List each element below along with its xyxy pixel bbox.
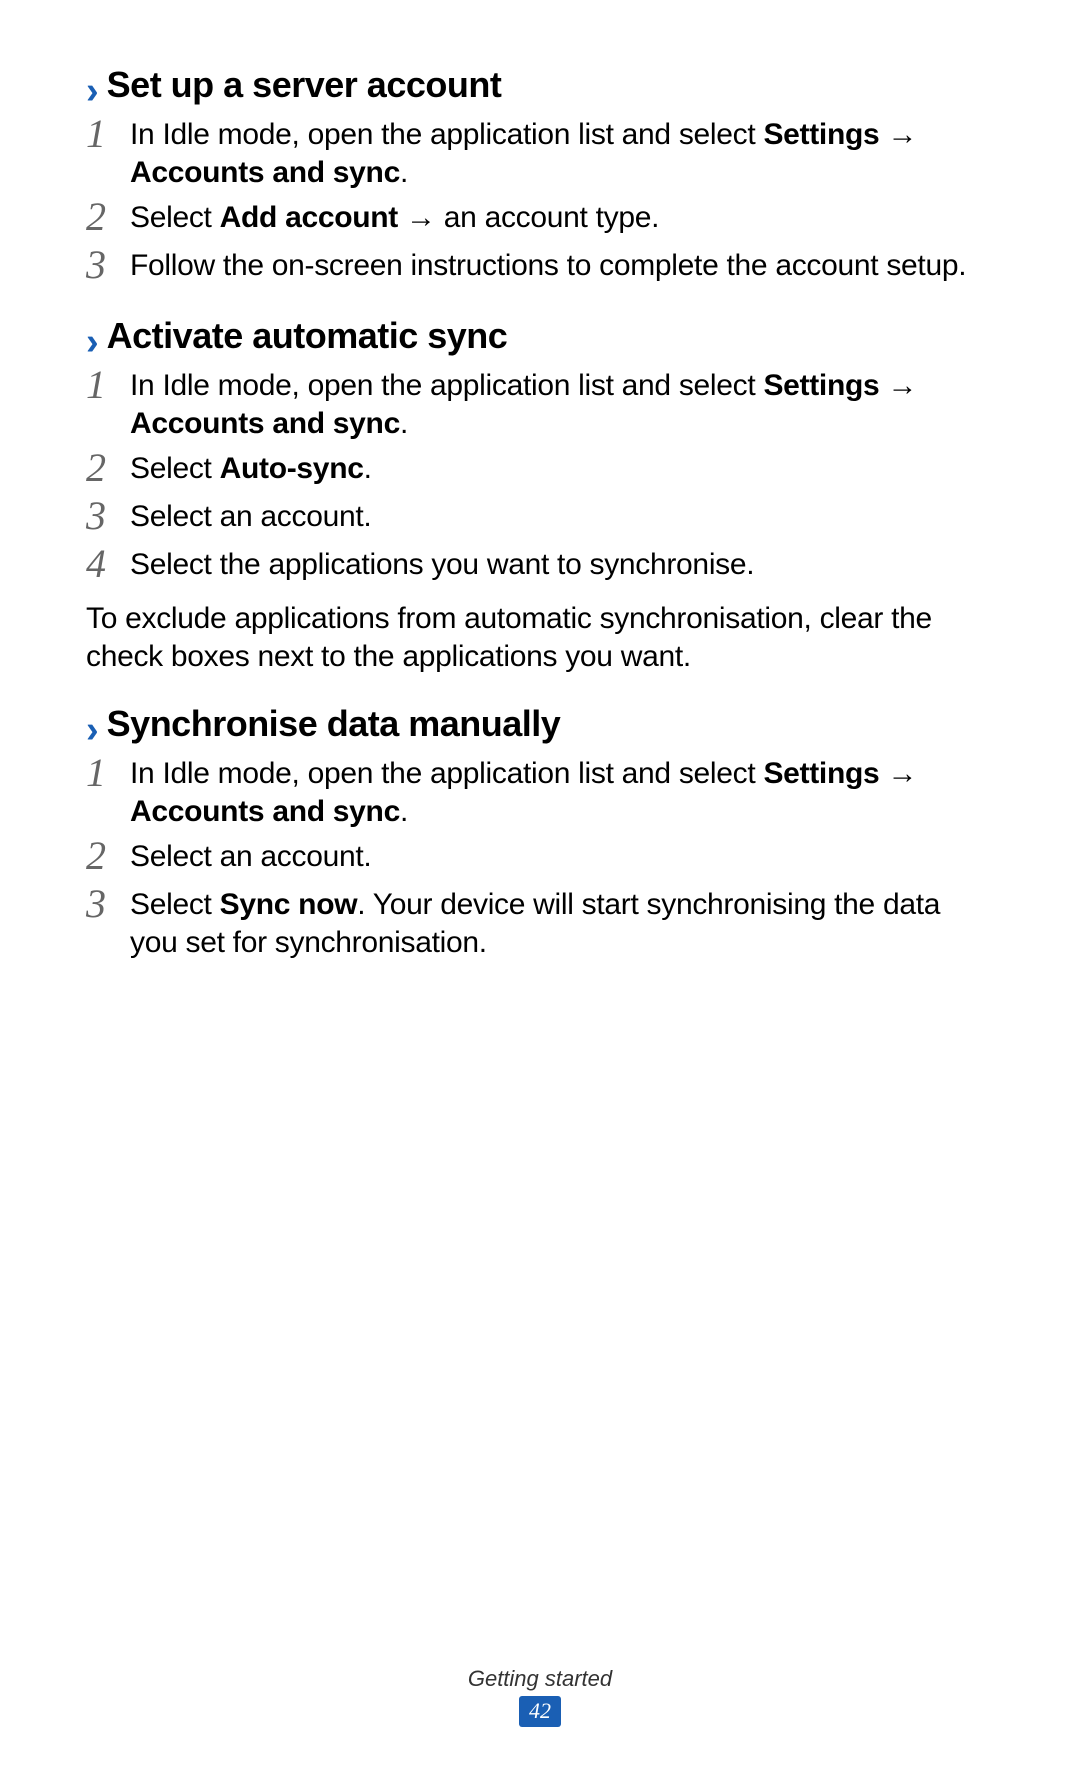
step-number: 3: [86, 496, 130, 536]
step-number: 1: [86, 114, 130, 154]
step-number: 4: [86, 544, 130, 584]
section-title: Synchronise data manually: [107, 703, 561, 745]
step-number: 2: [86, 197, 130, 237]
step-item: 3 Follow the on-screen instructions to c…: [86, 247, 994, 287]
chevron-icon: ›: [86, 711, 99, 749]
step-number: 1: [86, 753, 130, 793]
step-item: 3 Select an account.: [86, 498, 994, 538]
step-item: 2 Select Add account → an account type.: [86, 199, 994, 239]
step-item: 1 In Idle mode, open the application lis…: [86, 116, 994, 191]
step-item: 1 In Idle mode, open the application lis…: [86, 755, 994, 830]
step-text: In Idle mode, open the application list …: [130, 755, 994, 830]
chevron-icon: ›: [86, 72, 99, 110]
section-heading: › Synchronise data manually: [86, 703, 994, 745]
step-text: In Idle mode, open the application list …: [130, 116, 994, 191]
section-title: Set up a server account: [107, 64, 502, 106]
page-footer: Getting started 42: [0, 1666, 1080, 1727]
step-number: 3: [86, 245, 130, 285]
step-text: Select Auto-sync.: [130, 450, 372, 488]
step-list: 1 In Idle mode, open the application lis…: [86, 116, 994, 287]
section-note: To exclude applications from automatic s…: [86, 600, 994, 675]
footer-page-number: 42: [519, 1696, 561, 1727]
step-item: 1 In Idle mode, open the application lis…: [86, 367, 994, 442]
step-number: 1: [86, 365, 130, 405]
step-text: Select Sync now. Your device will start …: [130, 886, 994, 961]
step-text: Follow the on-screen instructions to com…: [130, 247, 966, 285]
step-number: 2: [86, 836, 130, 876]
section-synchronise-data-manually: › Synchronise data manually 1 In Idle mo…: [86, 703, 994, 961]
section-set-up-server-account: › Set up a server account 1 In Idle mode…: [86, 64, 994, 287]
section-activate-automatic-sync: › Activate automatic sync 1 In Idle mode…: [86, 315, 994, 675]
step-number: 3: [86, 884, 130, 924]
step-text: In Idle mode, open the application list …: [130, 367, 994, 442]
step-item: 2 Select Auto-sync.: [86, 450, 994, 490]
chevron-icon: ›: [86, 323, 99, 361]
step-item: 2 Select an account.: [86, 838, 994, 878]
section-heading: › Set up a server account: [86, 64, 994, 106]
step-item: 3 Select Sync now. Your device will star…: [86, 886, 994, 961]
step-list: 1 In Idle mode, open the application lis…: [86, 755, 994, 961]
step-text: Select Add account → an account type.: [130, 199, 659, 237]
section-title: Activate automatic sync: [107, 315, 508, 357]
section-heading: › Activate automatic sync: [86, 315, 994, 357]
step-list: 1 In Idle mode, open the application lis…: [86, 367, 994, 586]
step-item: 4 Select the applications you want to sy…: [86, 546, 994, 586]
step-text: Select the applications you want to sync…: [130, 546, 754, 584]
step-number: 2: [86, 448, 130, 488]
step-text: Select an account.: [130, 498, 371, 536]
manual-page: › Set up a server account 1 In Idle mode…: [0, 0, 1080, 1771]
footer-section-label: Getting started: [0, 1666, 1080, 1692]
step-text: Select an account.: [130, 838, 371, 876]
